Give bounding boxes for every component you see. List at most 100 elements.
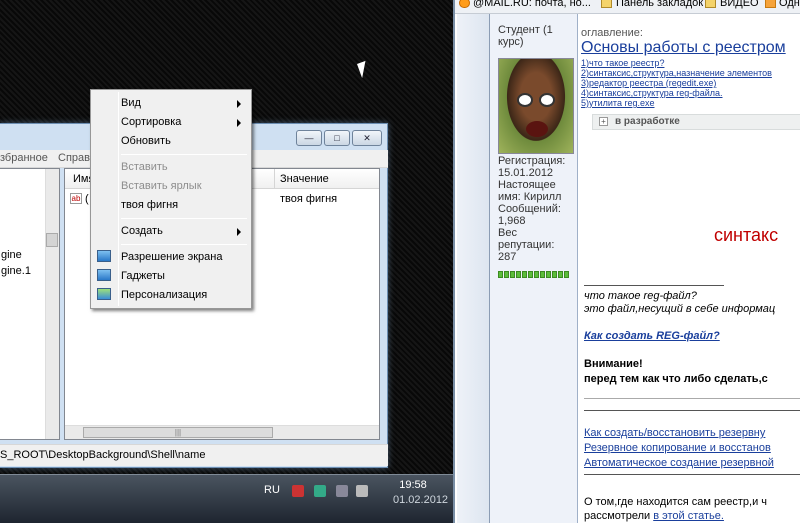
submenu-arrow-icon bbox=[237, 119, 241, 127]
row-value: твоя фигня bbox=[280, 193, 338, 205]
avatar-eye bbox=[517, 93, 533, 107]
taskbar-clock[interactable]: 19:58 bbox=[393, 479, 433, 491]
divider bbox=[584, 410, 800, 411]
reputation-bar bbox=[498, 269, 570, 278]
minimize-button[interactable]: — bbox=[296, 130, 322, 146]
menu-item-screen-resolution[interactable]: Разрешение экрана bbox=[93, 248, 249, 266]
divider bbox=[584, 474, 800, 475]
toc-link[interactable]: 1)что такое реестр? bbox=[581, 58, 664, 68]
article-link[interactable]: в этой статье. bbox=[653, 510, 724, 522]
menu-item-label: Персонализация bbox=[121, 289, 208, 301]
user-profile-panel: Студент (1 курс) Регистрация: 15.01.2012… bbox=[490, 14, 578, 523]
menu-item-label: Создать bbox=[121, 225, 163, 237]
menu-separator bbox=[121, 154, 247, 155]
expand-icon: + bbox=[599, 117, 608, 126]
user-rank: Студент (1 bbox=[498, 24, 553, 36]
maximize-button[interactable]: □ bbox=[324, 130, 350, 146]
menu-separator bbox=[121, 218, 247, 219]
profile-info: 1,968 bbox=[498, 215, 526, 227]
column-value[interactable]: Значение bbox=[280, 173, 329, 185]
menu-item-label: Сортировка bbox=[121, 116, 182, 128]
status-bar: S_ROOT\DesktopBackground\Shell\name bbox=[0, 444, 388, 466]
menu-item-label: твоя фигня bbox=[121, 199, 179, 211]
profile-info: репутации: bbox=[498, 239, 555, 251]
user-rank: курс) bbox=[498, 36, 524, 48]
menu-help[interactable]: Справ bbox=[58, 152, 90, 164]
browser-window: @MAIL.RU: почта, но... Панель закладок В… bbox=[453, 0, 800, 523]
profile-info: Регистрация: bbox=[498, 155, 566, 167]
taskbar: RU 19:58 01.02.2012 bbox=[0, 474, 453, 523]
menu-item-label: Вставить bbox=[121, 161, 168, 173]
menu-item-label: Гаджеты bbox=[121, 270, 165, 282]
status-path: S_ROOT\DesktopBackground\Shell\name bbox=[0, 449, 206, 461]
menu-item-personalize[interactable]: Персонализация bbox=[93, 286, 249, 304]
language-indicator[interactable]: RU bbox=[264, 484, 280, 496]
spoiler-label: в разработке bbox=[615, 116, 680, 127]
display-icon bbox=[97, 250, 111, 262]
tree-scrollbar[interactable] bbox=[45, 169, 59, 439]
menu-item-sort[interactable]: Сортировка bbox=[93, 113, 249, 131]
gadgets-icon bbox=[97, 269, 111, 281]
profile-info: Сообщений: bbox=[498, 203, 561, 215]
scrollbar-thumb[interactable]: ||| bbox=[83, 427, 273, 438]
backup-link[interactable]: Как создать/восстановить резервну bbox=[584, 427, 765, 439]
menu-item-label: Обновить bbox=[121, 135, 171, 147]
tree-node[interactable]: gine.1 bbox=[1, 265, 31, 277]
toc-link[interactable]: 4)синтаксис,структура reg-файла. bbox=[581, 88, 723, 98]
bottom-text-prefix: рассмотрели bbox=[584, 510, 654, 522]
menu-item-gadgets[interactable]: Гаджеты bbox=[93, 267, 249, 285]
menu-item-label: Вид bbox=[121, 97, 141, 109]
taskbar-date[interactable]: 01.02.2012 bbox=[393, 494, 448, 506]
section-heading: синтакс bbox=[714, 225, 779, 245]
menu-item-custom[interactable]: твоя фигня bbox=[93, 196, 249, 214]
tray-volume-icon[interactable] bbox=[356, 485, 368, 497]
bookmark-mailru[interactable]: @MAIL.RU: почта, но... bbox=[473, 0, 591, 9]
string-value-icon: ab bbox=[70, 193, 82, 204]
menu-item-paste[interactable]: Вставить bbox=[93, 158, 249, 176]
toc-link[interactable]: 3)редактор реестра (regedit.exe) bbox=[581, 78, 716, 88]
submenu-arrow-icon bbox=[237, 228, 241, 236]
row-name: ( bbox=[85, 193, 89, 205]
avatar[interactable] bbox=[498, 58, 574, 154]
menu-item-refresh[interactable]: Обновить bbox=[93, 132, 249, 150]
tray-flag-icon[interactable] bbox=[292, 485, 304, 497]
bookmark-bookmarks-panel[interactable]: Панель закладок bbox=[616, 0, 703, 9]
divider bbox=[584, 285, 724, 286]
avatar-eye bbox=[539, 93, 555, 107]
profile-info: 15.01.2012 bbox=[498, 167, 554, 179]
scrollbar-thumb[interactable] bbox=[46, 233, 58, 247]
tree-node[interactable]: gine bbox=[1, 249, 22, 261]
menu-item-view[interactable]: Вид bbox=[93, 94, 249, 112]
toc-link[interactable]: 2)синтаксис,структура,назначение элемент… bbox=[581, 68, 772, 78]
bookmark-video[interactable]: ВИДЕО bbox=[720, 0, 759, 9]
reg-answer: это файл,несущий в себе информац bbox=[584, 303, 776, 315]
horizontal-scrollbar[interactable]: ||| bbox=[65, 425, 379, 439]
bottom-text: О том,где находится сам реестр,и ч bbox=[584, 496, 768, 508]
menu-favorites[interactable]: збранное bbox=[0, 152, 48, 164]
menu-item-label: Вставить ярлык bbox=[121, 180, 202, 192]
reg-question: что такое reg-файл? bbox=[584, 290, 697, 302]
column-divider[interactable] bbox=[274, 169, 275, 189]
article-title-link[interactable]: Основы работы с реестром bbox=[581, 39, 786, 57]
toc-label: оглавление: bbox=[581, 27, 643, 39]
backup-link[interactable]: Автоматическое создание резервной bbox=[584, 457, 774, 469]
menu-item-new[interactable]: Создать bbox=[93, 222, 249, 240]
bookmarks-bar: @MAIL.RU: почта, но... Панель закладок В… bbox=[455, 0, 800, 14]
create-reg-link[interactable]: Как создать REG-файл? bbox=[584, 330, 720, 342]
profile-info: 287 bbox=[498, 251, 517, 263]
tray-device-icon[interactable] bbox=[336, 485, 348, 497]
personalize-icon bbox=[97, 288, 111, 300]
tray-network-icon[interactable] bbox=[314, 485, 326, 497]
bookmark-odnoklassniki[interactable]: Одн bbox=[779, 0, 800, 9]
toc-link[interactable]: 5)утилита reg.exe bbox=[581, 98, 654, 108]
spoiler-toggle[interactable]: + в разработке bbox=[592, 114, 800, 130]
context-menu: Вид Сортировка Обновить Вставить Вставит… bbox=[90, 89, 252, 309]
backup-link[interactable]: Резервное копирование и восстанов bbox=[584, 442, 771, 454]
warning-text: перед тем как что либо сделать,с bbox=[584, 373, 768, 385]
close-button[interactable]: ✕ bbox=[352, 130, 382, 146]
mailru-icon bbox=[459, 0, 470, 8]
registry-tree[interactable]: gine gine.1 bbox=[0, 168, 60, 440]
forum-left-margin bbox=[457, 14, 490, 523]
menu-item-paste-shortcut[interactable]: Вставить ярлык bbox=[93, 177, 249, 195]
submenu-arrow-icon bbox=[237, 100, 241, 108]
